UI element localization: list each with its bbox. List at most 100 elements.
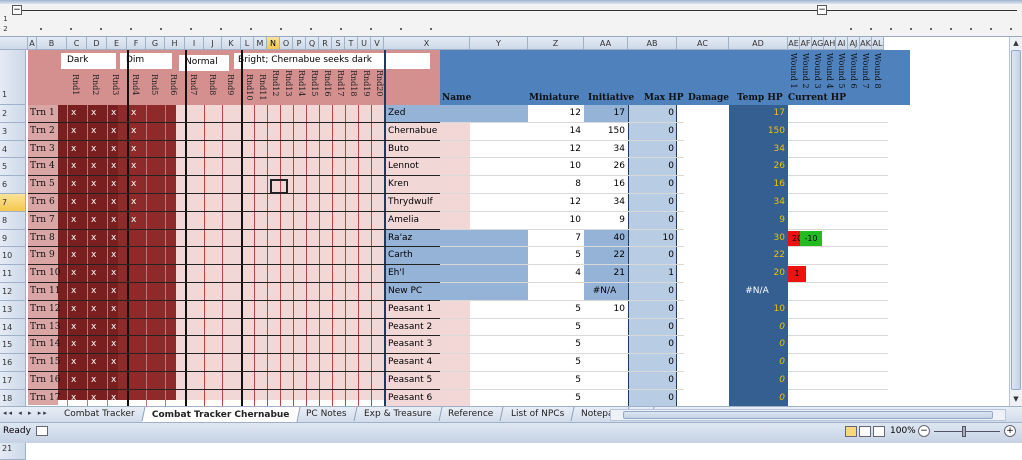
round-mark[interactable]: x xyxy=(71,141,76,159)
round-mark[interactable]: x xyxy=(91,212,96,230)
row-header[interactable]: 6 xyxy=(0,176,26,194)
select-all-corner[interactable] xyxy=(0,37,28,50)
initiative-value[interactable]: 5 xyxy=(528,301,581,319)
turn-label[interactable]: Trn 9 xyxy=(30,247,55,265)
turn-label[interactable]: Trn 7 xyxy=(30,212,55,230)
damage-value[interactable]: 0 xyxy=(628,283,674,301)
sheet-tab[interactable]: Reference xyxy=(438,407,505,421)
initiative-value[interactable]: 5 xyxy=(528,247,581,265)
combatant-name[interactable]: Peasant 1 xyxy=(388,301,432,319)
column-header[interactable]: U xyxy=(358,37,371,50)
turn-label[interactable]: Trn 3 xyxy=(30,141,55,159)
initiative-value[interactable]: 5 xyxy=(528,354,581,372)
turn-label[interactable]: Trn 17 xyxy=(30,390,60,406)
tab-scroll-arrows[interactable]: ◂◂ ◂ ▸ ▸▸ xyxy=(3,409,49,417)
turn-label[interactable]: Trn 14 xyxy=(30,336,60,354)
round-mark[interactable]: x xyxy=(91,247,96,265)
round-mark[interactable]: x xyxy=(91,372,96,390)
normal-view-icon[interactable] xyxy=(845,426,857,437)
zoom-slider[interactable] xyxy=(934,431,1000,432)
initiative-value[interactable]: 5 xyxy=(528,336,581,354)
combatant-name[interactable]: Eh'l xyxy=(388,265,404,283)
round-mark[interactable]: x xyxy=(71,354,76,372)
round-mark[interactable]: x xyxy=(71,319,76,337)
turn-label[interactable]: Trn 16 xyxy=(30,372,60,390)
column-header[interactable]: AA xyxy=(584,37,628,50)
column-header[interactable]: J xyxy=(204,37,222,50)
zoom-slider-thumb[interactable] xyxy=(962,426,966,437)
outline-collapse-button-2[interactable]: − xyxy=(817,5,827,15)
column-header[interactable]: X xyxy=(384,37,470,50)
initiative-value[interactable]: 12 xyxy=(528,194,581,212)
row-header[interactable]: 9 xyxy=(0,229,26,248)
initiative-value[interactable]: 7 xyxy=(528,230,581,248)
combatant-name[interactable]: Buto xyxy=(388,141,409,159)
row-header[interactable]: 21 xyxy=(0,443,26,460)
round-mark[interactable]: x xyxy=(111,336,116,354)
row-header[interactable]: 15 xyxy=(0,336,26,355)
round-mark[interactable]: x xyxy=(91,301,96,319)
sheet-tab[interactable]: Combat Tracker xyxy=(54,407,146,421)
damage-value[interactable]: 0 xyxy=(628,158,674,176)
sheet-tab[interactable]: Combat Tracker Chernabue xyxy=(142,407,300,422)
zoom-in-button[interactable]: + xyxy=(1004,425,1016,437)
row-header[interactable]: 18 xyxy=(0,389,26,408)
round-mark[interactable]: x xyxy=(131,105,136,123)
max-hp-value[interactable]: #N/A xyxy=(584,283,625,301)
round-mark[interactable]: x xyxy=(91,390,96,406)
initiative-value[interactable]: 12 xyxy=(528,105,581,123)
round-mark[interactable]: x xyxy=(111,105,116,123)
combatant-name[interactable]: Peasant 6 xyxy=(388,390,432,406)
combatant-name[interactable]: Amelia xyxy=(388,212,419,230)
column-header[interactable]: R xyxy=(319,37,332,50)
round-mark[interactable]: x xyxy=(111,265,116,283)
max-hp-value[interactable]: 34 xyxy=(584,141,625,159)
round-mark[interactable]: x xyxy=(71,212,76,230)
round-mark[interactable]: x xyxy=(91,194,96,212)
active-cell[interactable] xyxy=(270,179,288,194)
combatant-name[interactable]: Kren xyxy=(388,176,409,194)
row-header[interactable]: 7 xyxy=(0,194,26,212)
column-header[interactable]: H xyxy=(165,37,185,50)
outline-collapse-button[interactable]: − xyxy=(12,5,22,15)
row-header[interactable]: 8 xyxy=(0,211,26,230)
turn-label[interactable]: Trn 2 xyxy=(30,123,55,141)
round-mark[interactable]: x xyxy=(111,319,116,337)
sheet-grid[interactable]: Dark Dim Normal Bright; Chernabue seeks … xyxy=(28,50,1022,406)
zoom-out-button[interactable]: − xyxy=(918,425,930,437)
round-mark[interactable]: x xyxy=(71,247,76,265)
column-header[interactable]: G xyxy=(146,37,165,50)
round-mark[interactable]: x xyxy=(131,123,136,141)
turn-label[interactable]: Trn 11 xyxy=(30,283,60,301)
scroll-thumb[interactable] xyxy=(1011,50,1021,390)
column-header[interactable]: E xyxy=(107,37,127,50)
max-hp-value[interactable]: 22 xyxy=(584,247,625,265)
column-header[interactable]: S xyxy=(332,37,345,50)
column-header[interactable]: F xyxy=(127,37,146,50)
round-mark[interactable]: x xyxy=(111,123,116,141)
damage-value[interactable]: 0 xyxy=(628,105,674,123)
round-mark[interactable]: x xyxy=(111,283,116,301)
row-header[interactable]: 4 xyxy=(0,140,26,159)
column-header[interactable]: O xyxy=(280,37,293,50)
initiative-value[interactable]: 10 xyxy=(528,158,581,176)
combatant-name[interactable]: Peasant 3 xyxy=(388,336,432,354)
vertical-scrollbar[interactable]: ▲ ▼ xyxy=(1009,37,1022,406)
max-hp-value[interactable]: 40 xyxy=(584,230,625,248)
horizontal-scrollbar[interactable] xyxy=(610,409,1006,421)
column-header[interactable]: B xyxy=(37,37,67,50)
outline-level-2[interactable]: 2 xyxy=(1,25,10,33)
round-mark[interactable]: x xyxy=(91,123,96,141)
initiative-value[interactable]: 10 xyxy=(528,212,581,230)
column-header[interactable]: AB xyxy=(628,37,677,50)
round-mark[interactable]: x xyxy=(71,105,76,123)
damage-value[interactable]: 0 xyxy=(628,176,674,194)
column-header[interactable]: AE xyxy=(788,37,800,50)
max-hp-value[interactable] xyxy=(584,354,625,372)
max-hp-value[interactable]: 26 xyxy=(584,158,625,176)
row-header[interactable]: 11 xyxy=(0,265,26,283)
column-header[interactable]: AI xyxy=(836,37,848,50)
turn-label[interactable]: Trn 6 xyxy=(30,194,55,212)
combatant-name[interactable]: Carth xyxy=(388,247,413,265)
max-hp-value[interactable]: 9 xyxy=(584,212,625,230)
